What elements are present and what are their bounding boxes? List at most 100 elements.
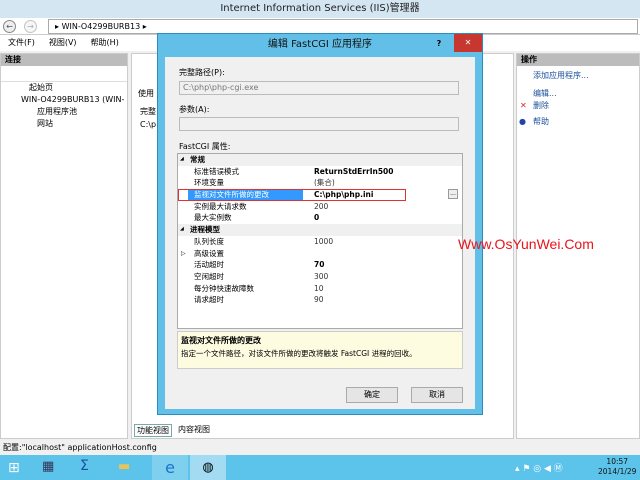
watermark: Www.OsYunWei.Com (458, 236, 594, 252)
clock-date: 2014/1/29 (598, 467, 637, 476)
property-category[interactable]: 常规 ◢ (178, 154, 462, 166)
powershell-icon[interactable]: Σ (80, 458, 89, 474)
property-row[interactable]: 队列长度 1000 (178, 236, 462, 248)
collapse-icon[interactable]: ◢ (180, 154, 184, 166)
center-label: 使用 (138, 89, 154, 98)
args-input[interactable] (179, 117, 459, 131)
action-help[interactable]: ● 帮助 (517, 116, 639, 128)
args-label: 参数(A): (179, 105, 210, 114)
explorer-icon[interactable]: ▬ (118, 459, 130, 474)
iis-manager-icon[interactable]: ◍ (190, 455, 226, 480)
menu-help[interactable]: 帮助(H) (91, 35, 119, 51)
help-icon: ● (519, 117, 526, 126)
action-add-app[interactable]: 添加应用程序... (517, 70, 639, 82)
forward-button[interactable]: → (24, 20, 37, 33)
property-value: 90 (314, 295, 324, 305)
property-value (303, 248, 462, 260)
server-manager-icon[interactable]: ▦ (42, 459, 54, 474)
property-name: 队列长度 (194, 236, 224, 246)
ie-icon[interactable]: e (152, 455, 188, 480)
description-box: 监视对文件所做的更改 指定一个文件路径，对该文件所做的更改将触发 FastCGI… (177, 331, 463, 369)
table-cell: C:\p (140, 120, 157, 129)
property-value: 300 (314, 271, 329, 281)
address-input[interactable]: ▸ WIN-O4299BURB13 ▸ (48, 19, 638, 34)
action-label: 帮助 (533, 117, 549, 126)
title-bar: Internet Information Services (IIS)管理器 (0, 0, 640, 18)
action-edit[interactable]: 编辑... (517, 88, 639, 100)
property-name: 每分钟快速故障数 (194, 283, 254, 293)
sep: ▸ (55, 22, 60, 31)
property-row[interactable]: 最大实例数 0 (178, 212, 462, 224)
action-label: 删除 (533, 101, 549, 110)
property-category[interactable]: 进程模型 ◢ (178, 224, 462, 236)
action-delete[interactable]: ✕ 删除 (517, 100, 639, 112)
tree-sites[interactable]: 网站 (1, 118, 127, 130)
property-name: 高级设置 (194, 248, 224, 258)
property-value: ReturnStdErrIn500 (314, 166, 394, 176)
property-value: 10 (314, 283, 324, 293)
property-value: (集合) (314, 178, 335, 188)
actions-header: 操作 (517, 54, 639, 66)
clock-time: 10:57 (606, 457, 629, 466)
connections-header: 连接 (1, 54, 127, 66)
back-button[interactable]: ← (3, 20, 16, 33)
dialog-body: 完整路径(P): C:\php\php-cgi.exe 参数(A): FastC… (165, 57, 475, 409)
sep: ▸ (142, 22, 147, 31)
status-bar: 配置:"localhost" applicationHost.config (0, 440, 640, 455)
window-title: Internet Information Services (IIS)管理器 (220, 3, 420, 14)
help-button[interactable]: ? (428, 36, 450, 52)
tree-server[interactable]: WIN-O4299BURB13 (WIN- (1, 94, 127, 106)
delete-icon: ✕ (520, 101, 527, 110)
property-name: 请求超时 (194, 295, 224, 305)
property-name: 最大实例数 (194, 213, 232, 223)
cancel-button[interactable]: 取消 (411, 387, 463, 403)
desc-title: 监视对文件所做的更改 (181, 336, 261, 345)
clock[interactable]: 10:57 2014/1/29 (598, 457, 636, 477)
property-row[interactable]: 监视对文件所做的更改 C:\php\php.ini... (178, 189, 458, 201)
ok-button[interactable]: 确定 (346, 387, 398, 403)
taskbar: ⊞ ▦ Σ ▬ e ◍ ▴ ⚑ ◎ ◀ Ⓜ 10:57 2014/1/29 (0, 455, 640, 480)
ellipsis-button[interactable]: ... (448, 189, 458, 200)
tray-icons[interactable]: ▴ ⚑ ◎ ◀ Ⓜ (515, 461, 563, 474)
property-value: 0 (314, 213, 320, 223)
edit-fastcgi-dialog: 编辑 FastCGI 应用程序 ? ✕ 完整路径(P): C:\php\php-… (157, 33, 483, 415)
windows-start-icon[interactable]: ⊞ (8, 460, 20, 476)
connections-toolbar (1, 66, 127, 82)
property-row[interactable]: 活动超时 70 (178, 259, 462, 271)
property-row[interactable]: 空闲超时 300 (178, 271, 462, 283)
tab-content-view[interactable]: 内容视图 (178, 424, 210, 437)
fullpath-label: 完整路径(P): (179, 68, 225, 77)
tree-app-pools[interactable]: 应用程序池 (1, 106, 127, 118)
property-name: 进程模型 (190, 225, 220, 235)
property-row[interactable]: 请求超时 90 (178, 294, 462, 306)
property-name: 活动超时 (194, 260, 224, 270)
tab-features-view[interactable]: 功能视图 (134, 424, 172, 437)
property-value: 70 (314, 260, 325, 270)
menu-view[interactable]: 视图(V) (49, 35, 77, 51)
menu-file[interactable]: 文件(F) (8, 35, 35, 51)
property-row[interactable]: 标准错误模式 ReturnStdErrIn500 (178, 166, 462, 178)
column-header: 完整 (140, 107, 156, 116)
close-button[interactable]: ✕ (454, 34, 482, 52)
fullpath-input[interactable]: C:\php\php-cgi.exe (179, 81, 459, 95)
property-row[interactable]: 实例最大请求数 200 (178, 201, 462, 213)
property-value: 200 (314, 201, 329, 211)
collapse-icon[interactable]: ◢ (180, 224, 184, 236)
property-row[interactable]: 每分钟快速故障数 10 (178, 283, 462, 295)
property-name: 环境变量 (194, 178, 224, 188)
property-name: 实例最大请求数 (194, 201, 247, 211)
property-value: 1000 (314, 236, 334, 246)
property-name: 标准错误模式 (194, 166, 239, 176)
expand-icon[interactable]: ▷ (181, 248, 186, 260)
property-row[interactable]: 高级设置 ▷ (178, 248, 462, 260)
property-name: 监视对文件所做的更改 (188, 189, 303, 201)
desc-text: 指定一个文件路径，对该文件所做的更改将触发 FastCGI 进程的回收。 (181, 349, 417, 358)
address-path: WIN-O4299BURB13 (61, 22, 141, 31)
property-grid[interactable]: 常规 ◢ 标准错误模式 ReturnStdErrIn500 环境变量 (集合) 监视对文件所… (177, 153, 463, 329)
property-row[interactable]: 环境变量 (集合) (178, 177, 462, 189)
connections-panel: 连接 起始页 WIN-O4299BURB13 (WIN- 应用程序池 网站 (0, 53, 128, 439)
props-label: FastCGI 属性: (179, 142, 231, 151)
tree-start-page[interactable]: 起始页 (1, 82, 127, 94)
property-value: C:\php\php.ini (314, 190, 374, 200)
property-name: 空闲超时 (194, 271, 224, 281)
